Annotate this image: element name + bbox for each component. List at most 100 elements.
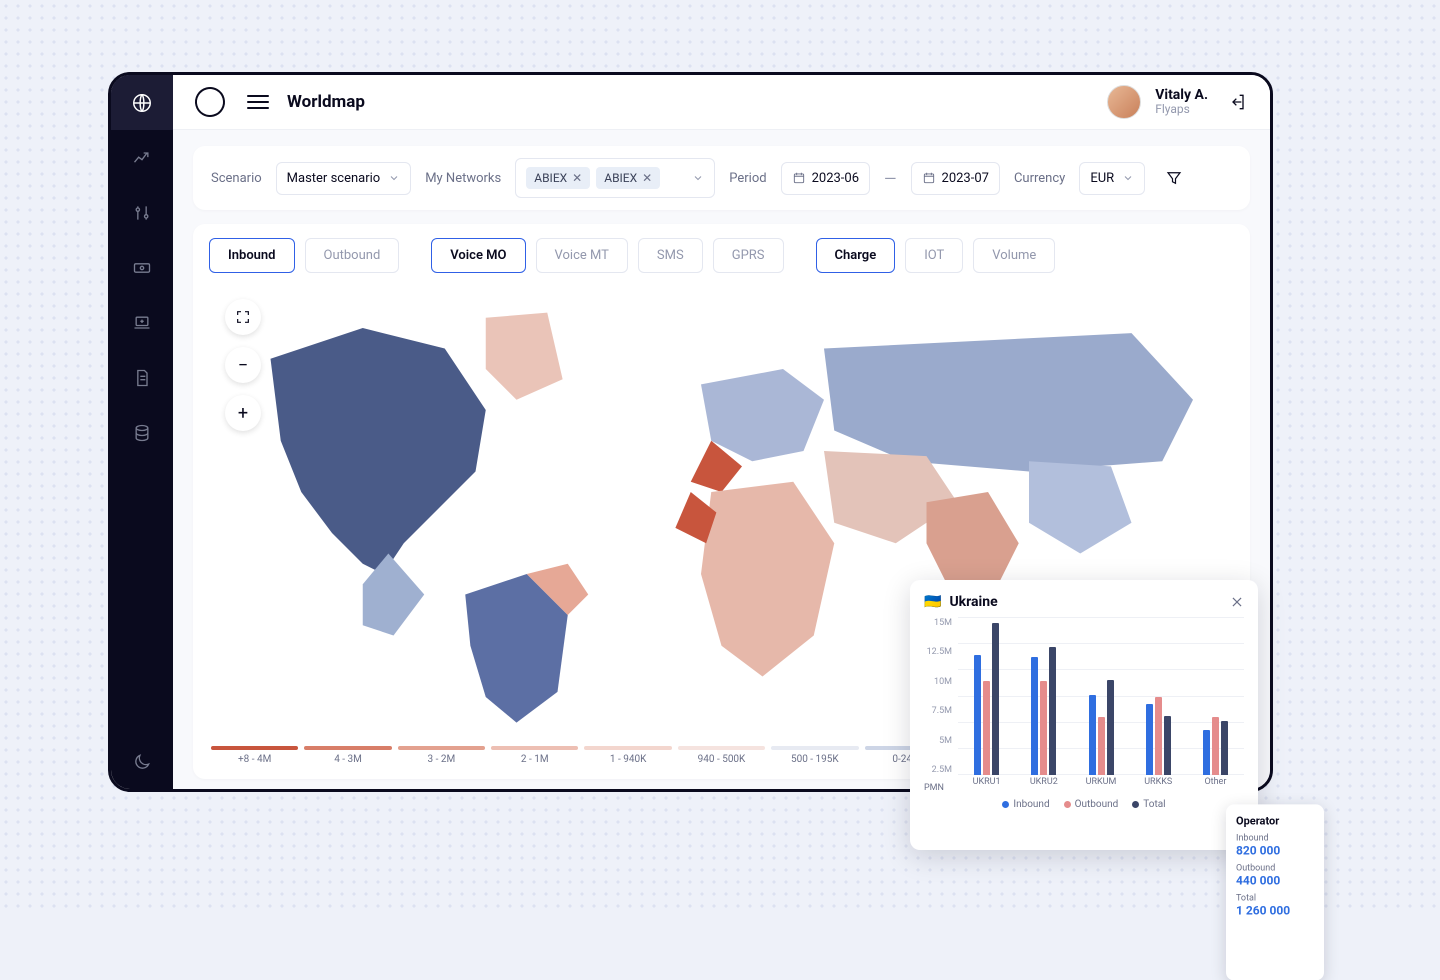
operator-tooltip: Operator Inbound820 000Outbound440 000To… — [1226, 804, 1324, 980]
chart-xaxis-title: PMN — [924, 783, 944, 793]
chart-bar-inbound[interactable] — [1203, 730, 1210, 775]
chart-bar-total[interactable] — [1164, 716, 1171, 775]
chevron-down-icon — [388, 172, 400, 184]
xtick: UKRU2 — [1015, 777, 1072, 793]
legend-item: 940 - 500K — [678, 746, 765, 765]
nav-docs[interactable] — [111, 350, 173, 405]
tab-charge[interactable]: Charge — [816, 238, 896, 273]
filter-bar: Scenario Master scenario My Networks ABI… — [193, 146, 1250, 210]
tab-volume[interactable]: Volume — [973, 238, 1055, 273]
chart-bar-inbound[interactable] — [1031, 657, 1038, 775]
legend-label: 3 - 2M — [428, 754, 456, 765]
zoom-in-button[interactable]: + — [225, 395, 261, 431]
database-icon — [132, 423, 152, 443]
tooltip-value: 440 000 — [1236, 873, 1314, 887]
chart-bar-outbound[interactable] — [983, 681, 990, 775]
nav-invoice[interactable] — [111, 295, 173, 350]
scenario-value: Master scenario — [287, 171, 381, 186]
chart-xaxis: UKRU1UKRU2URKUMURKKSOther — [958, 777, 1244, 793]
chart-bar-total[interactable] — [992, 623, 999, 775]
nav-analytics[interactable] — [111, 130, 173, 185]
network-chips: ABIEX✕ABIEX✕ — [526, 167, 684, 189]
fullscreen-button[interactable] — [225, 299, 261, 335]
legend-dot — [1002, 801, 1009, 808]
page-title: Worldmap — [287, 92, 365, 112]
period-end[interactable]: 2023-07 — [911, 162, 1000, 195]
chart-bar-total[interactable] — [1049, 647, 1056, 775]
tooltip-value: 820 000 — [1236, 843, 1314, 857]
legend-dot — [1064, 801, 1071, 808]
nav-settings[interactable] — [111, 185, 173, 240]
nav-billing[interactable] — [111, 240, 173, 295]
chart-plot — [958, 618, 1244, 775]
tab-voice-mt[interactable]: Voice MT — [536, 238, 628, 273]
chart-group — [1187, 618, 1244, 775]
chart-groups — [958, 618, 1244, 775]
chart-bar-inbound[interactable] — [1089, 695, 1096, 775]
sidebar — [111, 75, 173, 789]
xtick: UKRU1 — [958, 777, 1015, 793]
legend-swatch — [398, 746, 485, 750]
tab-gprs[interactable]: GPRS — [713, 238, 784, 273]
scenario-select[interactable]: Master scenario — [276, 162, 412, 195]
legend-swatch — [584, 746, 671, 750]
chart-group — [1015, 618, 1072, 775]
tab-inbound[interactable]: Inbound — [209, 238, 295, 273]
legend-label: 500 - 195K — [791, 754, 839, 765]
zoom-out-button[interactable]: − — [225, 347, 261, 383]
ytick: 7.5M — [924, 706, 952, 716]
nav-worldmap[interactable] — [111, 75, 173, 130]
nav-theme[interactable] — [111, 734, 173, 789]
sliders-icon — [132, 203, 152, 223]
chart-bar-outbound[interactable] — [1212, 717, 1219, 775]
chart-header: 🇺🇦 Ukraine — [924, 594, 1244, 610]
tooltip-row: Total1 260 000 — [1236, 893, 1314, 917]
xtick: Other — [1187, 777, 1244, 793]
logout-button[interactable] — [1228, 92, 1248, 112]
filter-button[interactable] — [1165, 169, 1183, 187]
user-name: Vitaly A. — [1155, 88, 1208, 103]
ytick: 5M — [924, 736, 952, 746]
chart-legend-item: Total — [1132, 799, 1165, 810]
chart-bar-inbound[interactable] — [1146, 704, 1153, 775]
tab-outbound[interactable]: Outbound — [305, 238, 400, 273]
nav-database[interactable] — [111, 405, 173, 460]
period-start[interactable]: 2023-06 — [781, 162, 870, 195]
close-button[interactable] — [1230, 595, 1244, 609]
currency-label: Currency — [1014, 171, 1065, 186]
chip-remove[interactable]: ✕ — [572, 171, 582, 185]
legend-swatch — [678, 746, 765, 750]
currency-select[interactable]: EUR — [1079, 162, 1145, 195]
user-info: Vitaly A. Flyaps — [1155, 88, 1208, 117]
chart-yaxis: 2.5M5M7.5M10M12.5M15M — [924, 618, 956, 775]
chart-bar-outbound[interactable] — [1155, 697, 1162, 776]
menu-toggle[interactable] — [247, 91, 269, 113]
chart-bar-outbound[interactable] — [1098, 717, 1105, 775]
tab-iot[interactable]: IOT — [905, 238, 963, 273]
tooltip-row: Inbound820 000 — [1236, 833, 1314, 857]
avatar[interactable] — [1107, 85, 1141, 119]
legend-label: 4 - 3M — [334, 754, 362, 765]
legend-swatch — [771, 746, 858, 750]
chip-label: ABIEX — [534, 171, 567, 185]
chip-remove[interactable]: ✕ — [642, 171, 652, 185]
document-icon — [132, 368, 152, 388]
chart-bar-inbound[interactable] — [974, 655, 981, 775]
tabs-row: Inbound Outbound Voice MO Voice MT SMS GPRS Ch… — [209, 238, 1234, 273]
tooltip-value: 1 260 000 — [1236, 903, 1314, 917]
chevron-down-icon — [1122, 172, 1134, 184]
legend-label: 940 - 500K — [698, 754, 746, 765]
ytick: 12.5M — [924, 647, 952, 657]
tooltip-label: Inbound — [1236, 833, 1314, 843]
tooltip-row: Outbound440 000 — [1236, 863, 1314, 887]
legend-swatch — [304, 746, 391, 750]
chart-bar-total[interactable] — [1221, 721, 1228, 775]
chart-bar-total[interactable] — [1107, 680, 1114, 775]
tab-voice-mo[interactable]: Voice MO — [431, 238, 525, 273]
xtick: URKKS — [1130, 777, 1187, 793]
tab-sms[interactable]: SMS — [638, 238, 703, 273]
tooltip-label: Outbound — [1236, 863, 1314, 873]
scenario-label: Scenario — [211, 171, 262, 186]
chart-bar-outbound[interactable] — [1040, 681, 1047, 775]
networks-select[interactable]: ABIEX✕ABIEX✕ — [515, 158, 715, 198]
